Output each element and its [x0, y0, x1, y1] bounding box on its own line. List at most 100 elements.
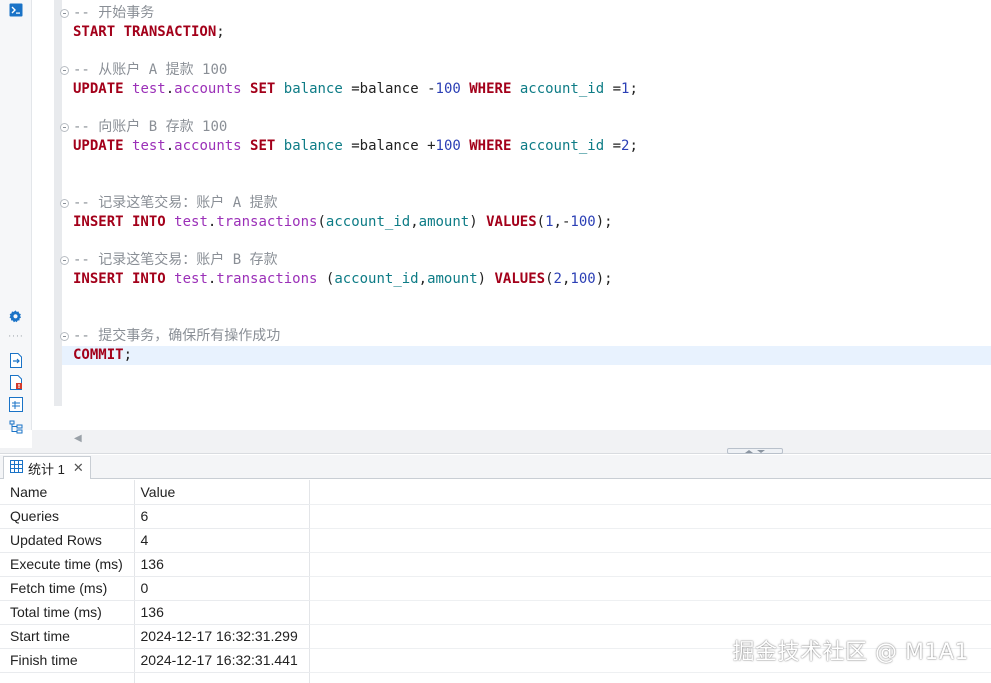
fold-toggle-icon[interactable]	[60, 66, 69, 75]
code-token: =balance +	[342, 138, 436, 154]
cell-name	[0, 672, 135, 683]
code-token: --	[73, 328, 99, 344]
cell-name[interactable]: Finish time	[0, 648, 135, 673]
code-token: 存款	[165, 119, 194, 135]
sql-code[interactable]: -- 开始事务 START TRANSACTION; -- 从账户 A 提款 10…	[60, 4, 991, 365]
column-header-value[interactable]: Value	[134, 480, 310, 505]
export-icon[interactable]	[8, 353, 23, 368]
column-header-name[interactable]: Name	[0, 480, 135, 505]
cell-name[interactable]: Total time (ms)	[0, 600, 135, 625]
code-token: 记录这笔交易：账户	[98, 195, 225, 211]
table-filler	[309, 600, 991, 625]
chevron-up-icon	[745, 449, 753, 453]
fold-toggle-icon[interactable]	[60, 256, 69, 265]
splitter-handle[interactable]	[727, 448, 783, 454]
cell-value[interactable]: 2024-12-17 16:32:31.299	[134, 624, 310, 649]
cell-name[interactable]: Start time	[0, 624, 135, 649]
fold-toggle-icon[interactable]	[60, 123, 69, 132]
code-line[interactable]: -- 开始事务	[60, 4, 991, 23]
code-token: balance	[283, 81, 343, 97]
code-line[interactable]: -- 记录这笔交易：账户 B 存款	[60, 251, 991, 270]
cell-value[interactable]: 136	[134, 552, 310, 577]
code-token: ;	[629, 81, 638, 97]
table-row[interactable]: Fetch time (ms) 0	[0, 576, 991, 601]
horizontal-scrollbar[interactable]: ◀	[32, 430, 991, 448]
table-row[interactable]: Execute time (ms) 136	[0, 552, 991, 577]
table-row[interactable]: Total time (ms) 136	[0, 600, 991, 625]
code-token: A	[140, 62, 166, 78]
cell-name[interactable]: Fetch time (ms)	[0, 576, 135, 601]
cell-name[interactable]: Queries	[0, 504, 135, 529]
code-line[interactable]	[62, 232, 991, 251]
code-token: accounts	[174, 81, 242, 97]
cell-value[interactable]: 0	[134, 576, 310, 601]
tab-statistics[interactable]: 统计 1 ✕	[3, 456, 91, 479]
code-line[interactable]	[62, 175, 991, 194]
cell-value[interactable]: 4	[134, 528, 310, 553]
chevron-left-icon[interactable]: ◀	[74, 433, 82, 445]
code-token: test	[174, 271, 208, 287]
code-token: 开始事务	[98, 5, 155, 21]
code-token: --	[73, 62, 99, 78]
code-token: --	[73, 252, 99, 268]
table-filler	[309, 528, 991, 553]
code-token: A	[224, 195, 250, 211]
code-token: 1	[545, 214, 554, 230]
cell-name[interactable]: Updated Rows	[0, 528, 135, 553]
code-line[interactable]: -- 提交事务，确保所有操作成功	[60, 327, 991, 346]
fold-toggle-icon[interactable]	[60, 199, 69, 208]
code-line[interactable]: START TRANSACTION;	[62, 23, 991, 42]
panel-splitter[interactable]	[0, 448, 991, 454]
table-row[interactable]: Updated Rows 4	[0, 528, 991, 553]
code-token: )	[469, 214, 487, 230]
code-token: .	[165, 81, 175, 97]
code-line[interactable]	[62, 156, 991, 175]
tree-structure-icon[interactable]	[8, 419, 23, 434]
code-line[interactable]: -- 从账户 A 提款 100	[60, 61, 991, 80]
code-line[interactable]	[62, 308, 991, 327]
gear-icon[interactable]	[8, 309, 23, 324]
code-token: test	[132, 81, 166, 97]
code-token: 记录这笔交易：账户	[98, 252, 225, 268]
code-token: account_id	[325, 214, 411, 230]
cell-value[interactable]: 2024-12-17 16:32:31.441	[134, 648, 310, 673]
table-row-empty	[0, 672, 991, 683]
code-line[interactable]	[62, 42, 991, 61]
fold-toggle-icon[interactable]	[60, 9, 69, 18]
code-token: transactions	[216, 214, 318, 230]
code-token: 100	[193, 119, 228, 135]
code-line-current[interactable]: COMMIT;	[62, 346, 991, 365]
code-line[interactable]	[62, 289, 991, 308]
code-line[interactable]: UPDATE test.accounts SET balance =balanc…	[62, 80, 991, 99]
code-token: 存款	[249, 252, 278, 268]
fold-toggle-icon[interactable]	[60, 332, 69, 341]
code-line[interactable]: UPDATE test.accounts SET balance =balanc…	[62, 137, 991, 156]
watermark: 掘金技术社区 @ M1A1	[732, 640, 969, 665]
code-token: --	[73, 5, 99, 21]
code-line[interactable]	[62, 99, 991, 118]
code-token: 2	[553, 271, 562, 287]
code-line[interactable]: INSERT INTO test.transactions(account_id…	[62, 213, 991, 232]
close-icon[interactable]: ✕	[73, 461, 84, 476]
file-error-icon[interactable]	[8, 375, 23, 390]
code-line[interactable]: INSERT INTO test.transactions (account_i…	[62, 270, 991, 289]
terminal-icon[interactable]	[8, 2, 23, 17]
sql-editor[interactable]: -- 开始事务 START TRANSACTION; -- 从账户 A 提款 10…	[32, 0, 991, 430]
cell-value[interactable]: 6	[134, 504, 310, 529]
cell-value[interactable]: 136	[134, 600, 310, 625]
code-token: SET	[250, 138, 276, 154]
code-line[interactable]: -- 向账户 B 存款 100	[60, 118, 991, 137]
code-token: 从账户	[98, 62, 141, 78]
table-filler	[309, 504, 991, 529]
cell-name[interactable]: Execute time (ms)	[0, 552, 135, 577]
code-token: WHERE	[469, 138, 512, 154]
code-line[interactable]: -- 记录这笔交易：账户 A 提款	[60, 194, 991, 213]
table-row[interactable]: Queries 6	[0, 504, 991, 529]
code-token: 100	[435, 81, 461, 97]
file-csv-icon[interactable]	[8, 397, 23, 412]
code-token: )	[477, 271, 495, 287]
tab-label: 统计 1	[28, 461, 65, 477]
